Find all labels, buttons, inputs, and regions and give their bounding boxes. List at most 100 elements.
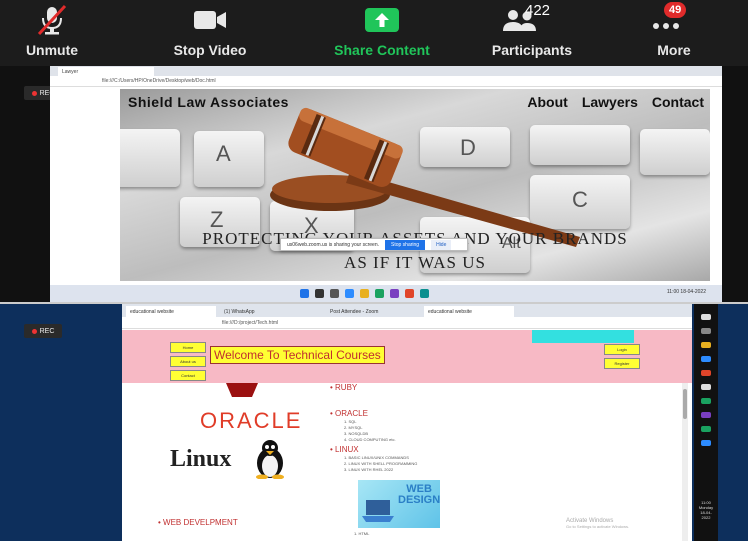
app-icon[interactable] — [701, 440, 711, 446]
course-topics: 1. BASIC LINUX/UNIX COMMANDS 2. LINUX WI… — [344, 455, 417, 473]
unmute-button[interactable]: Unmute — [6, 4, 98, 62]
whatsapp-icon[interactable] — [701, 426, 711, 432]
zoom-app-icon[interactable] — [701, 356, 711, 362]
course-title: • ORACLE — [330, 409, 368, 418]
welcome-heading: Welcome To Technical Courses — [210, 346, 385, 364]
app-icon[interactable] — [420, 289, 429, 298]
shared-screen-2: REC educational website (1) WhatsApp Pos… — [0, 304, 748, 541]
share-notice-text: us06web.zoom.us is sharing your screen. — [287, 241, 379, 248]
nav-contact[interactable]: Contact — [652, 94, 704, 110]
stop-sharing-button[interactable]: Stop sharing — [385, 239, 426, 250]
windows-start-icon[interactable] — [701, 314, 711, 320]
vertical-taskbar: 11:00 Monday 18-04-2022 — [694, 304, 718, 541]
laptop-icon — [362, 500, 394, 522]
taskbar-icons — [300, 289, 429, 298]
hero-tagline-2: AS IF IT WAS US — [344, 253, 486, 272]
share-content-button[interactable]: Share Content — [304, 4, 460, 62]
address-url: file:///C:/Users/HP/OneDrive/Desktop/web… — [102, 78, 216, 84]
chrome-icon[interactable] — [375, 289, 384, 298]
activate-windows-subtitle: Go to Settings to activate Windows. — [566, 524, 630, 529]
hide-notice-button[interactable]: Hide — [431, 239, 452, 250]
file-explorer-icon[interactable] — [701, 342, 711, 348]
nav-lawyers[interactable]: Lawyers — [582, 94, 638, 110]
shared-screen-1: REC Lawyer file:///C:/Users/HP/OneDrive/… — [0, 66, 748, 303]
chrome-icon[interactable] — [701, 398, 711, 404]
web-design-image: WEB DESIGN — [358, 480, 440, 528]
app-icon[interactable] — [405, 289, 414, 298]
app-icon[interactable] — [701, 370, 711, 376]
home-button[interactable]: Home — [170, 342, 206, 353]
about-us-button[interactable]: About us — [170, 356, 206, 367]
muted-microphone-icon — [35, 4, 69, 36]
web-design-logo-text: WEB DESIGN — [398, 483, 441, 506]
course-topic: 4. CLOUD COMPUTING etc. — [344, 437, 396, 442]
zoom-app-icon[interactable] — [345, 289, 354, 298]
search-icon[interactable] — [701, 328, 711, 334]
course-title: • LINUX — [330, 445, 359, 454]
recording-dot-icon — [31, 90, 37, 96]
hero-banner: A Z X D C Alt Shield Law Associates Abou… — [120, 89, 710, 281]
search-icon[interactable] — [315, 289, 324, 298]
contact-button[interactable]: Contact — [170, 370, 206, 381]
header-accent-box — [532, 330, 634, 343]
activate-windows-watermark: Activate Windows Go to Settings to activ… — [566, 518, 629, 529]
address-bar[interactable]: file:///D:/project/Tech.html — [122, 317, 692, 329]
login-button[interactable]: Login — [604, 344, 640, 355]
browser-tab[interactable]: Lawyer — [58, 67, 154, 76]
browser-tab[interactable]: (1) WhatsApp — [220, 306, 310, 317]
stop-video-button[interactable]: Stop Video — [158, 4, 262, 62]
stop-video-label: Stop Video — [173, 42, 247, 58]
address-bar[interactable]: file:///C:/Users/HP/OneDrive/Desktop/web… — [50, 76, 722, 87]
courses-content: • RUBY ORACLE • ORACLE 1. SQL 2. MYSQL 3… — [122, 383, 692, 541]
participants-count: 422 — [525, 2, 551, 19]
browser-tab-strip: educational website (1) WhatsApp Post At… — [122, 304, 692, 317]
scrollbar-thumb[interactable] — [683, 389, 687, 419]
linux-logo: Linux — [170, 446, 232, 472]
browser-tab[interactable]: educational website — [424, 306, 514, 317]
screen-share-notice: us06web.zoom.us is sharing your screen. … — [280, 238, 468, 251]
participants-icon: 422 — [497, 2, 567, 36]
app-icon[interactable] — [390, 289, 399, 298]
system-clock: 11:00 Monday 18-04-2022 — [698, 500, 714, 520]
address-url: file:///D:/project/Tech.html — [222, 320, 279, 326]
participants-label: Participants — [491, 42, 573, 58]
more-dots-icon: 49 — [644, 2, 704, 36]
brand-name[interactable]: Shield Law Associates — [128, 94, 289, 110]
more-notification-badge: 49 — [664, 2, 687, 18]
course-title-text: WEB DEVELPMENT — [163, 518, 238, 527]
app-icon[interactable] — [701, 412, 711, 418]
system-clock: 11:00 18-04-2022 — [666, 289, 706, 295]
course-title: • RUBY — [330, 383, 358, 392]
unmute-label: Unmute — [25, 42, 79, 58]
recording-indicator: REC — [24, 324, 62, 338]
windows-taskbar: 11:00 18-04-2022 — [50, 285, 722, 303]
recording-label: REC — [39, 327, 55, 335]
tux-penguin-icon — [256, 440, 284, 479]
browser-window-law: Lawyer file:///C:/Users/HP/OneDrive/Desk… — [50, 66, 722, 303]
browser-tab[interactable]: Post Attendee - Zoom — [326, 306, 416, 317]
zoom-meeting-window: Unmute Stop Video Share Content 422 Part… — [0, 0, 748, 541]
course-topic: 1. HTML — [354, 531, 370, 536]
course-topics: 1. HTML — [354, 531, 369, 537]
course-topics: 1. SQL 2. MYSQL 3. NOSQLDB 4. CLOUD COMP… — [344, 419, 396, 443]
browser-window-courses: educational website (1) WhatsApp Post At… — [122, 304, 692, 541]
page-scrollbar[interactable] — [682, 383, 688, 541]
more-button[interactable]: 49 More — [636, 2, 712, 62]
course-topic: 3. LINUX WITH RHEL 2022 — [344, 467, 394, 472]
browser-tab[interactable]: educational website — [126, 306, 216, 317]
file-explorer-icon[interactable] — [360, 289, 369, 298]
more-label: More — [657, 42, 691, 58]
nav-about[interactable]: About — [527, 94, 567, 110]
course-title-text: ORACLE — [335, 409, 368, 418]
participants-button[interactable]: 422 Participants — [462, 2, 602, 62]
share-content-label: Share Content — [334, 42, 430, 58]
windows-start-icon[interactable] — [300, 289, 309, 298]
share-arrow-icon — [362, 4, 402, 36]
app-icon[interactable] — [701, 384, 711, 390]
register-button[interactable]: Register — [604, 358, 640, 369]
meeting-toolbar: Unmute Stop Video Share Content 422 Part… — [0, 0, 748, 66]
site-header: Home About us Contact Welcome To Technic… — [122, 330, 692, 383]
video-camera-icon — [190, 4, 230, 36]
course-title-text: RUBY — [335, 383, 358, 392]
task-view-icon[interactable] — [330, 289, 339, 298]
